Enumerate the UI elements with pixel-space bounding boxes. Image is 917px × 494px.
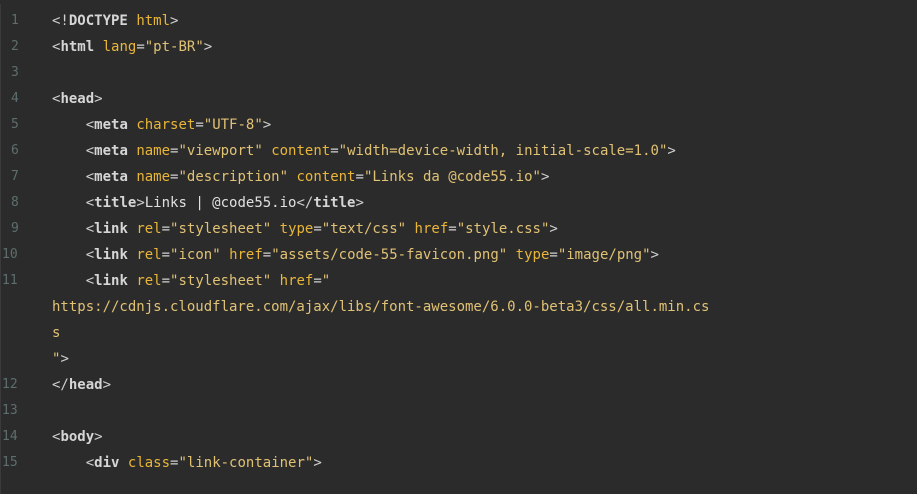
- line-code: ">: [52, 351, 69, 367]
- line-code: <meta name="description" content="Links …: [85, 169, 550, 185]
- line-code: <link rel="icon" href="assets/code-55-fa…: [85, 247, 659, 263]
- line-number: 5: [11, 117, 19, 132]
- line-number: 11: [2, 273, 18, 288]
- line-number: 1: [11, 13, 19, 28]
- line-code: <meta name="viewport" content="width=dev…: [85, 143, 676, 159]
- line-code: <link rel="stylesheet" href=": [85, 273, 331, 289]
- line-code: <meta charset="UTF-8">: [85, 117, 272, 133]
- line-number: 12: [2, 377, 18, 392]
- line-code: <head>: [52, 91, 103, 107]
- line-number: 15: [2, 455, 18, 470]
- line-code: <link rel="stylesheet" type="text/css" h…: [85, 221, 558, 237]
- line-number: 9: [11, 221, 19, 236]
- line-code: https://cdnjs.cloudflare.com/ajax/libs/f…: [52, 299, 710, 315]
- line-code: <html lang="pt-BR">: [52, 39, 213, 55]
- line-number: 6: [11, 143, 19, 158]
- line-number: 13: [2, 403, 18, 418]
- line-number: 14: [2, 429, 18, 444]
- line-number: 2: [11, 39, 19, 54]
- line-number: 4: [11, 91, 19, 106]
- line-code: s: [52, 325, 61, 341]
- gutter-divider: [0, 4, 1, 494]
- line-code: <title>Links | @code55.io</title>: [85, 195, 364, 211]
- line-number: 7: [11, 169, 19, 184]
- line-code: </head>: [52, 377, 112, 393]
- line-number: 8: [11, 195, 19, 210]
- line-code: <div class="link-container">: [85, 455, 322, 471]
- line-number: 10: [2, 247, 18, 262]
- code-editor[interactable]: 1 <!DOCTYPE html> 2 <html lang="pt-BR"> 3 4 <h…: [0, 0, 917, 494]
- line-number: 3: [11, 65, 19, 80]
- line-code: <!DOCTYPE html>: [52, 13, 179, 29]
- line-code: <body>: [52, 429, 103, 445]
